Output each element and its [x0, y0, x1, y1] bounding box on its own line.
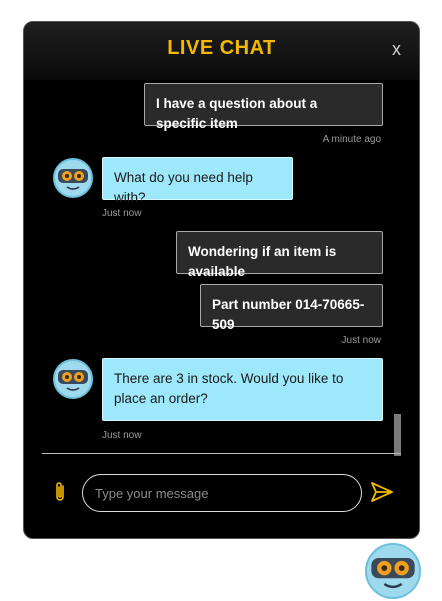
messages-scrollbar[interactable]: [394, 414, 401, 456]
message-timestamp: Just now: [102, 430, 142, 441]
chat-widget: LIVE CHAT x I have a question about a sp…: [23, 21, 420, 539]
bot-message: There are 3 in stock. Would you like to …: [102, 358, 383, 421]
composer-divider: [42, 453, 401, 454]
chat-header: LIVE CHAT x: [24, 22, 419, 80]
bot-avatar: [53, 158, 93, 198]
chat-title: LIVE CHAT: [167, 37, 276, 59]
message-input[interactable]: [82, 474, 362, 512]
robot-face-icon: [58, 169, 88, 190]
robot-face-icon: [371, 558, 415, 589]
paperclip-icon[interactable]: [52, 480, 68, 504]
message-timestamp: Just now: [341, 335, 381, 346]
user-message: Part number 014-70665-509: [200, 284, 383, 332]
close-button[interactable]: x: [392, 39, 401, 60]
robot-face-icon: [58, 370, 88, 391]
send-icon[interactable]: [370, 481, 394, 503]
bot-avatar: [53, 359, 93, 399]
message-timestamp: Just now: [102, 208, 142, 219]
user-message: I have a question about a specific item: [144, 83, 383, 131]
message-timestamp: A minute ago: [322, 134, 381, 145]
bot-message: What do you need help with?: [102, 157, 293, 205]
user-message: Wondering if an item is available: [176, 231, 383, 279]
chat-launcher-button[interactable]: [365, 543, 421, 599]
